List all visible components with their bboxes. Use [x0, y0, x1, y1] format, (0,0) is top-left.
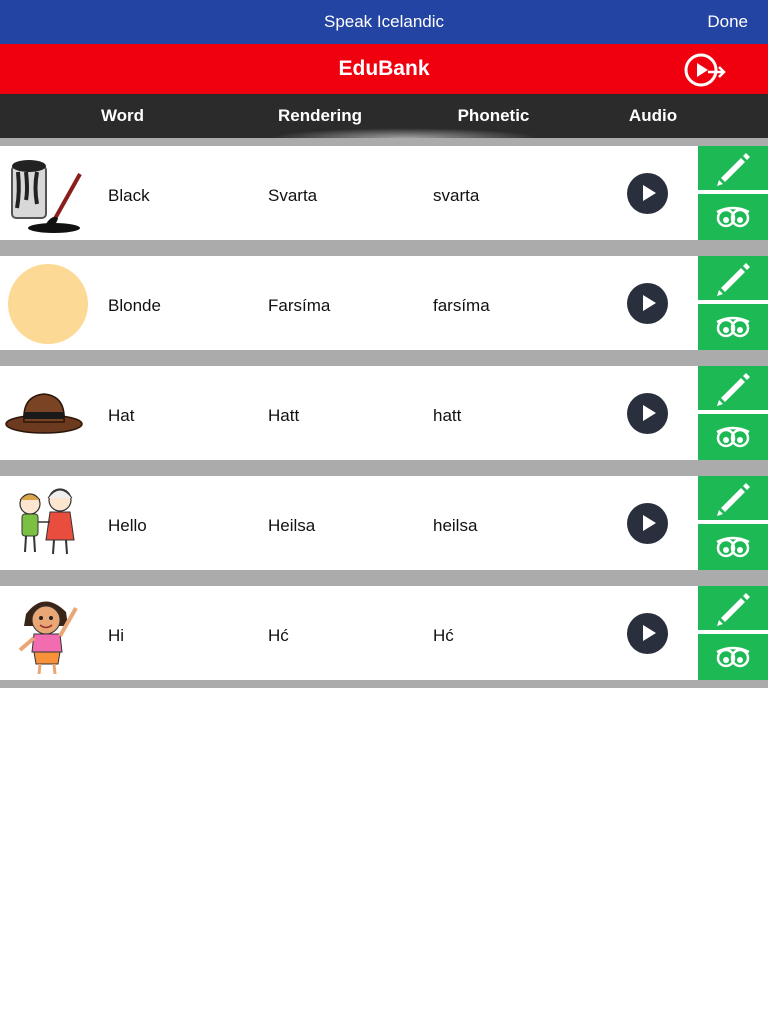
pencil-icon [717, 373, 750, 406]
view-button[interactable] [698, 194, 768, 240]
word-text: Hello [108, 516, 147, 535]
edit-button[interactable] [698, 586, 768, 632]
hat-icon [5, 393, 83, 434]
view-button[interactable] [698, 304, 768, 350]
play-audio-button[interactable] [627, 283, 668, 324]
edit-button[interactable] [698, 476, 768, 522]
pencil-icon [717, 593, 750, 626]
glasses-icon [716, 316, 750, 338]
pencil-icon [717, 153, 750, 186]
brand-title: EduBank [338, 57, 430, 80]
view-button[interactable] [698, 524, 768, 570]
play-audio-button[interactable] [627, 613, 668, 654]
blonde-color-swatch [8, 264, 88, 344]
phonetic-text: hatt [433, 406, 462, 425]
rendering-text: Hatt [268, 406, 300, 425]
column-audio: Audio [628, 106, 678, 125]
pencil-icon [717, 483, 750, 516]
list-item[interactable]: Hi Hć Hć [0, 586, 768, 680]
list-item[interactable]: Blonde Farsíma farsíma [0, 256, 768, 350]
word-list: Black Svarta svarta Blonde Farsíma farsí… [0, 138, 768, 688]
play-export-icon [684, 53, 726, 87]
list-item[interactable]: Hello Heilsa heilsa [0, 476, 768, 570]
list-item[interactable]: Hat Hatt hatt [0, 366, 768, 460]
glasses-icon [716, 206, 750, 228]
paint-bucket-icon [11, 160, 82, 233]
phonetic-text: heilsa [433, 516, 478, 535]
glasses-icon [716, 646, 750, 668]
word-text: Blonde [108, 296, 161, 315]
top-nav-bar: Speak Icelandic Done [0, 0, 768, 44]
rendering-text: Farsíma [268, 296, 331, 315]
column-rendering: Rendering [277, 106, 363, 125]
pencil-icon [717, 263, 750, 296]
girl-waving-icon [18, 601, 78, 675]
nav-title: Speak Icelandic [323, 12, 445, 31]
word-text: Black [108, 186, 150, 205]
glasses-icon [716, 536, 750, 558]
play-audio-button[interactable] [627, 393, 668, 434]
phonetic-text: Hć [433, 626, 454, 645]
column-phonetic: Phonetic [457, 106, 530, 125]
edit-button[interactable] [698, 366, 768, 412]
kids-hello-icon [19, 488, 75, 555]
play-audio-button[interactable] [627, 503, 668, 544]
column-header: Word Rendering Phonetic Audio [0, 94, 768, 138]
rendering-text: Hć [268, 626, 289, 645]
rendering-text: Svarta [268, 186, 318, 205]
column-word: Word [100, 106, 145, 125]
edit-button[interactable] [698, 256, 768, 302]
play-all-button[interactable] [682, 50, 730, 90]
edit-button[interactable] [698, 146, 768, 192]
phonetic-text: svarta [433, 186, 480, 205]
word-text: Hat [108, 406, 135, 425]
list-item[interactable]: Black Svarta svarta [0, 146, 768, 240]
brand-bar: EduBank [0, 44, 768, 94]
done-button[interactable]: Done [707, 0, 748, 44]
rendering-text: Heilsa [268, 516, 316, 535]
glasses-icon [716, 426, 750, 448]
play-audio-button[interactable] [627, 173, 668, 214]
phonetic-text: farsíma [433, 296, 490, 315]
word-text: Hi [108, 626, 125, 645]
view-button[interactable] [698, 634, 768, 680]
view-button[interactable] [698, 414, 768, 460]
